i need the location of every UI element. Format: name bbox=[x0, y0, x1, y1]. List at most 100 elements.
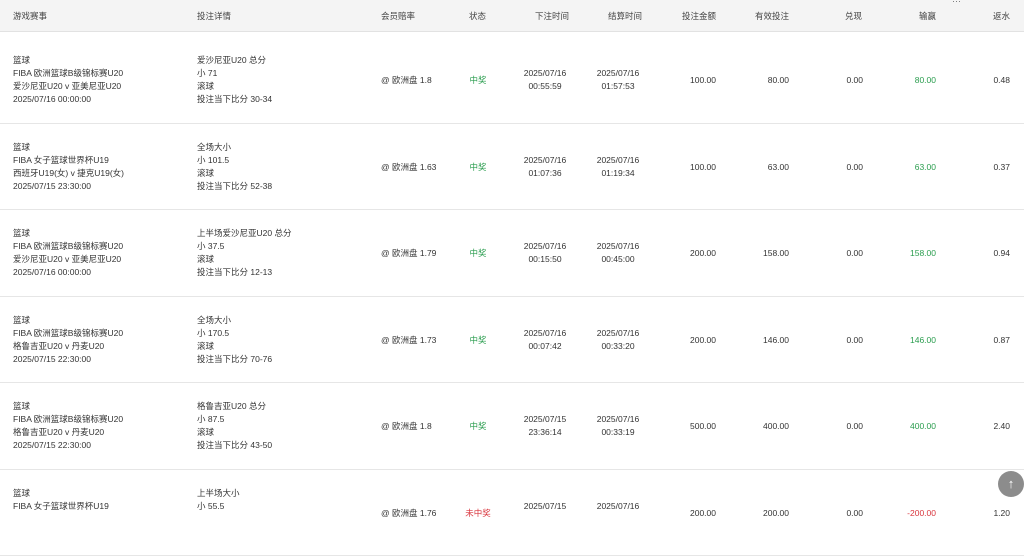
game-match: 爱沙尼亚U20 v 亚美尼亚U20 bbox=[13, 80, 121, 93]
valid-bet: 80.00 bbox=[723, 74, 789, 87]
detail-score: 投注当下比分 70-76 bbox=[197, 353, 272, 366]
detail-selection: 小 170.5 bbox=[197, 327, 229, 340]
settle-date: 2025/07/16 bbox=[583, 67, 653, 80]
detail-selection: 小 87.5 bbox=[197, 413, 224, 426]
table-row[interactable]: 篮球FIBA 女子篮球世界杯U19西班牙U19(女) v 捷克U19(女)202… bbox=[0, 124, 1024, 211]
game-sport: 篮球 bbox=[13, 141, 30, 154]
header-winloss: 输赢 bbox=[919, 10, 936, 22]
table-row[interactable]: 篮球FIBA 欧洲篮球B级锦标赛U20爱沙尼亚U20 v 亚美尼亚U202025… bbox=[0, 37, 1024, 124]
odds: @ 欧洲盘 1.8 bbox=[381, 420, 432, 433]
amount: 100.00 bbox=[650, 161, 716, 174]
detail-type: 滚球 bbox=[197, 426, 214, 439]
bet-date: 2025/07/16 bbox=[510, 327, 580, 340]
settle-date: 2025/07/16 bbox=[583, 327, 653, 340]
bet-clock: 00:55:59 bbox=[510, 80, 580, 93]
game-league: FIBA 欧洲篮球B级锦标赛U20 bbox=[13, 67, 123, 80]
scrollbar[interactable] bbox=[1017, 40, 1022, 516]
detail-type: 滚球 bbox=[197, 167, 214, 180]
amount: 100.00 bbox=[650, 74, 716, 87]
header-bet-time: 下注时间 bbox=[535, 10, 569, 22]
settle-date: 2025/07/16 bbox=[583, 154, 653, 167]
header-rebate: 返水 bbox=[993, 10, 1010, 22]
detail-selection: 小 37.5 bbox=[197, 240, 224, 253]
status-badge: 中奖 bbox=[458, 334, 498, 347]
scroll-top-button[interactable]: ↑ bbox=[998, 471, 1024, 497]
detail-score: 投注当下比分 12-13 bbox=[197, 266, 272, 279]
valid-bet: 63.00 bbox=[723, 161, 789, 174]
status-badge: 中奖 bbox=[458, 247, 498, 260]
header-detail: 投注详情 bbox=[197, 10, 231, 22]
rebate: 1.20 bbox=[944, 507, 1010, 520]
settle-clock: 00:33:20 bbox=[583, 340, 653, 353]
detail-market: 全场大小 bbox=[197, 314, 231, 327]
detail-market: 上半场爱沙尼亚U20 总分 bbox=[197, 227, 291, 240]
cashout: 0.00 bbox=[797, 507, 863, 520]
amount: 200.00 bbox=[650, 247, 716, 260]
header-valid: 有效投注 bbox=[755, 10, 789, 22]
amount: 200.00 bbox=[650, 507, 716, 520]
game-league: FIBA 欧洲篮球B级锦标赛U20 bbox=[13, 413, 123, 426]
detail-market: 全场大小 bbox=[197, 141, 231, 154]
detail-type: 滚球 bbox=[197, 340, 214, 353]
rebate: 0.37 bbox=[944, 161, 1010, 174]
cashout: 0.00 bbox=[797, 74, 863, 87]
odds: @ 欧洲盘 1.73 bbox=[381, 334, 436, 347]
settle-date: 2025/07/16 bbox=[583, 500, 653, 513]
header-amount: 投注金额 bbox=[682, 10, 716, 22]
game-match-time: 2025/07/16 00:00:00 bbox=[13, 266, 91, 279]
odds: @ 欧洲盘 1.76 bbox=[381, 507, 436, 520]
detail-market: 爱沙尼亚U20 总分 bbox=[197, 54, 266, 67]
win-loss: 146.00 bbox=[870, 334, 936, 347]
arrow-up-icon: ↑ bbox=[1008, 476, 1015, 491]
game-sport: 篮球 bbox=[13, 314, 30, 327]
settle-clock: 01:19:34 bbox=[583, 167, 653, 180]
game-sport: 篮球 bbox=[13, 400, 30, 413]
header-odds: 会员赔率 bbox=[381, 10, 415, 22]
detail-score: 投注当下比分 30-34 bbox=[197, 93, 272, 106]
detail-score: 投注当下比分 52-38 bbox=[197, 180, 272, 193]
table-row[interactable]: 篮球FIBA 欧洲篮球B级锦标赛U20格鲁吉亚U20 v 丹麦U20 2025/0… bbox=[0, 383, 1024, 470]
settle-date: 2025/07/16 bbox=[583, 413, 653, 426]
detail-selection: 小 101.5 bbox=[197, 154, 229, 167]
status-badge: 中奖 bbox=[458, 74, 498, 87]
status-badge: 中奖 bbox=[458, 420, 498, 433]
win-loss: 400.00 bbox=[870, 420, 936, 433]
bet-date: 2025/07/16 bbox=[510, 154, 580, 167]
bet-date: 2025/07/16 bbox=[510, 67, 580, 80]
cashout: 0.00 bbox=[797, 334, 863, 347]
status-badge: 中奖 bbox=[458, 161, 498, 174]
table-row[interactable]: 篮球FIBA 欧洲篮球B级锦标赛U20格鲁吉亚U20 v 丹麦U202025/0… bbox=[0, 297, 1024, 384]
table-row[interactable]: 篮球FIBA 欧洲篮球B级锦标赛U20爱沙尼亚U20 v 亚美尼亚U202025… bbox=[0, 210, 1024, 297]
detail-type: 滚球 bbox=[197, 80, 214, 93]
table-header: 游戏赛事 投注详情 会员赔率 状态 下注时间 结算时间 投注金额 有效投注 兑现… bbox=[0, 0, 1024, 32]
game-match-time: 2025/07/16 00:00:00 bbox=[13, 93, 91, 106]
cashout: 0.00 bbox=[797, 420, 863, 433]
win-loss: 80.00 bbox=[870, 74, 936, 87]
amount: 500.00 bbox=[650, 420, 716, 433]
rebate: 2.40 bbox=[944, 420, 1010, 433]
status-badge: 未中奖 bbox=[458, 507, 498, 520]
odds: @ 欧洲盘 1.63 bbox=[381, 161, 436, 174]
table-row[interactable]: 篮球FIBA 女子篮球世界杯U19上半场大小小 55.5@ 欧洲盘 1.76未中… bbox=[0, 470, 1024, 556]
game-match: 格鲁吉亚U20 v 丹麦U20 bbox=[13, 426, 104, 439]
rebate: 0.87 bbox=[944, 334, 1010, 347]
rebate: 0.48 bbox=[944, 74, 1010, 87]
bet-clock: 01:07:36 bbox=[510, 167, 580, 180]
rebate: 0.94 bbox=[944, 247, 1010, 260]
detail-selection: 小 55.5 bbox=[197, 500, 224, 513]
header-status: 状态 bbox=[469, 10, 486, 22]
game-match: 爱沙尼亚U20 v 亚美尼亚U20 bbox=[13, 253, 121, 266]
bet-date: 2025/07/15 bbox=[510, 500, 580, 513]
odds: @ 欧洲盘 1.79 bbox=[381, 247, 436, 260]
bet-clock: 00:07:42 bbox=[510, 340, 580, 353]
more-icon[interactable]: ⋯ bbox=[952, 0, 974, 4]
detail-market: 上半场大小 bbox=[197, 487, 240, 500]
win-loss: 63.00 bbox=[870, 161, 936, 174]
bet-date: 2025/07/16 bbox=[510, 240, 580, 253]
header-settle-time: 结算时间 bbox=[608, 10, 642, 22]
game-sport: 篮球 bbox=[13, 487, 30, 500]
detail-type: 滚球 bbox=[197, 253, 214, 266]
game-sport: 篮球 bbox=[13, 227, 30, 240]
game-match: 西班牙U19(女) v 捷克U19(女) bbox=[13, 167, 124, 180]
odds: @ 欧洲盘 1.8 bbox=[381, 74, 432, 87]
